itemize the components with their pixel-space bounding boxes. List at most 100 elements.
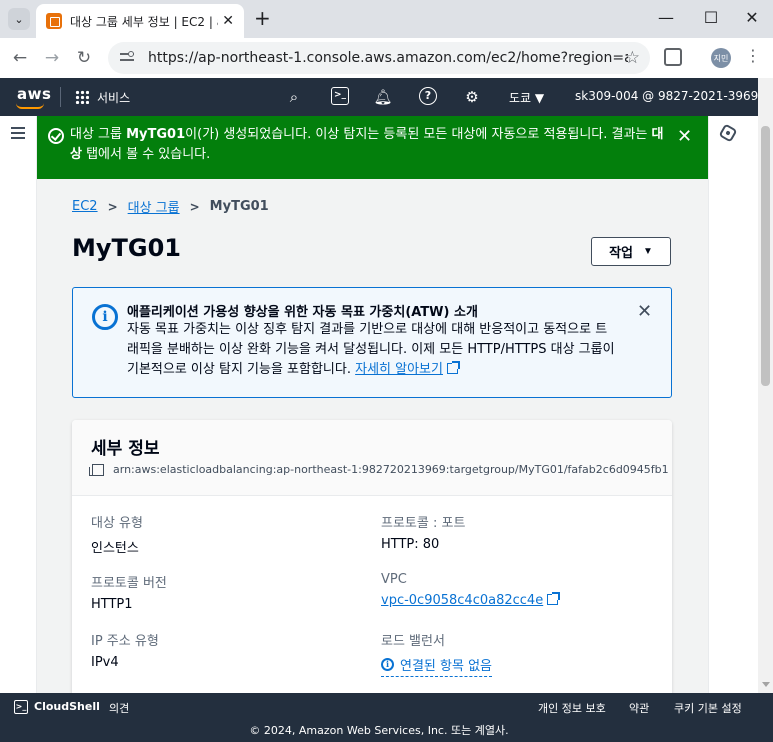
field-load-balancer: 로드 밸런서 i 연결된 항목 없음 — [381, 630, 492, 677]
window-close-icon[interactable]: ✕ — [740, 8, 764, 27]
notifications-bell-icon[interactable]: 🔔︎ — [373, 87, 393, 107]
field-ip-type: IP 주소 유형 IPv4 — [91, 630, 159, 670]
cloudshell-link[interactable]: CloudShell — [34, 700, 100, 713]
aws-logo[interactable]: aws — [17, 85, 51, 103]
flash-close-icon[interactable]: ✕ — [677, 126, 692, 147]
load-balancer-popover[interactable]: i 연결된 항목 없음 — [381, 655, 492, 677]
page-scrollbar[interactable] — [758, 78, 773, 693]
cookie-preferences-link[interactable]: 쿠키 기본 설정 — [674, 700, 742, 716]
copy-icon[interactable] — [89, 464, 104, 476]
external-link-icon — [446, 361, 460, 374]
field-vpc: VPC vpc-0c9058c4c0a82cc4e — [381, 572, 561, 608]
details-container: 세부 정보 arn:aws:elasticloadbalancing:ap-no… — [72, 420, 672, 693]
cloudshell-icon[interactable]: >_ — [14, 700, 28, 714]
caret-down-icon: ▼ — [643, 246, 653, 257]
terms-link[interactable]: 약관 — [629, 700, 649, 716]
console-content: 대상 그룹 MyTG01이(가) 생성되었습니다. 이상 탐지는 등록된 모든 … — [0, 116, 758, 693]
scroll-down-arrow-icon[interactable] — [762, 682, 770, 687]
right-tools-rail — [708, 116, 758, 693]
success-check-icon — [48, 128, 64, 144]
account-menu[interactable]: sk309-004 @ 9827-2021-3969 ▼ — [575, 89, 771, 103]
flash-text-1: 대상 그룹 — [70, 127, 127, 142]
extensions-puzzle-icon[interactable] — [664, 48, 682, 66]
scrollbar-thumb[interactable] — [761, 126, 770, 386]
flash-text-3: 탭에서 볼 수 있습니다. — [81, 147, 211, 162]
field-value: i 연결된 항목 없음 — [381, 655, 492, 677]
left-navigation-rail — [0, 116, 37, 693]
field-label: IP 주소 유형 — [91, 634, 159, 649]
field-label: 프로토콜 : 포트 — [381, 516, 466, 531]
cloudshell-icon[interactable]: >_ — [331, 87, 349, 105]
external-link-icon — [547, 592, 561, 605]
flash-target-group: MyTG01 — [126, 127, 186, 142]
browser-toolbar: ← → ↻ https://ap-northeast-1.console.aws… — [0, 38, 773, 78]
breadcrumb-chevron-icon: > — [189, 199, 200, 214]
field-target-type: 대상 유형 인스턴스 — [91, 512, 143, 556]
back-arrow-icon[interactable]: ← — [9, 48, 31, 68]
field-value: HTTP1 — [91, 597, 133, 612]
field-label: VPC — [381, 572, 407, 587]
feedback-link[interactable]: 의견 — [109, 700, 129, 716]
actions-label: 작업 — [609, 245, 633, 260]
aws-favicon-icon — [46, 13, 62, 29]
field-label: 대상 유형 — [91, 516, 143, 531]
reload-icon[interactable]: ↻ — [73, 48, 95, 68]
browser-tab-active[interactable]: 대상 그룹 세부 정보 | EC2 | ap-northeast-1 ✕ — [36, 4, 244, 38]
flash-text-2: 이(가) 생성되었습니다. 이상 탐지는 등록된 모든 대상에 자동으로 적용됩… — [185, 127, 652, 142]
info-icon: i — [381, 658, 394, 671]
field-label: 프로토콜 버전 — [91, 576, 167, 591]
aws-logo-smile-icon — [16, 103, 44, 109]
bookmark-star-icon[interactable]: ☆ — [625, 48, 640, 68]
field-value: IPv4 — [91, 655, 119, 670]
search-icon[interactable]: ⌕ — [284, 87, 304, 107]
breadcrumb-chevron-icon: > — [107, 199, 118, 214]
tab-close-icon[interactable]: ✕ — [222, 13, 234, 29]
field-protocol-port: 프로토콜 : 포트 HTTP: 80 — [381, 512, 465, 552]
help-question-icon[interactable]: ? — [419, 87, 437, 105]
field-value: 인스턴스 — [91, 541, 139, 556]
new-tab-plus-icon[interactable]: + — [254, 8, 271, 28]
target-group-arn: arn:aws:elasticloadbalancing:ap-northeas… — [113, 463, 669, 476]
region-selector[interactable]: 도쿄 ▼ — [509, 89, 544, 106]
region-label: 도쿄 — [509, 91, 532, 105]
breadcrumb: EC2 > 대상 그룹 > MyTG01 — [72, 197, 269, 216]
info-icon: i — [92, 304, 118, 330]
details-title: 세부 정보 — [91, 439, 160, 459]
site-info-icon[interactable] — [120, 51, 136, 65]
profile-avatar[interactable]: 지민 — [711, 48, 731, 68]
menu-hamburger-icon[interactable] — [11, 127, 25, 139]
nav-divider — [60, 87, 61, 107]
browser-menu-icon[interactable]: ⋮ — [745, 46, 761, 65]
field-label: 로드 밸런서 — [381, 634, 445, 649]
settings-gear-icon[interactable]: ⚙ — [462, 87, 482, 107]
address-bar[interactable]: https://ap-northeast-1.console.aws.amazo… — [108, 42, 650, 74]
breadcrumb-current: MyTG01 — [209, 199, 269, 214]
browser-tabstrip: ⌄ 대상 그룹 세부 정보 | EC2 | ap-northeast-1 ✕ +… — [0, 0, 773, 38]
tab-title: 대상 그룹 세부 정보 | EC2 | ap-northeast-1 — [70, 14, 218, 29]
services-grid-icon[interactable] — [75, 90, 89, 104]
copyright-text: © 2024, Amazon Web Services, Inc. 또는 계열사… — [249, 724, 509, 737]
url-text[interactable]: https://ap-northeast-1.console.aws.amazo… — [148, 50, 628, 66]
field-value: vpc-0c9058c4c0a82cc4e — [381, 592, 561, 608]
vpc-link[interactable]: vpc-0c9058c4c0a82cc4e — [381, 593, 543, 608]
load-balancer-value: 연결된 항목 없음 — [400, 659, 492, 674]
alert-close-icon[interactable]: ✕ — [637, 301, 652, 322]
help-panel-icon[interactable] — [718, 123, 738, 143]
minimize-icon[interactable]: — — [654, 8, 678, 27]
account-label: sk309-004 @ 9827-2021-3969 — [575, 89, 759, 103]
breadcrumb-ec2[interactable]: EC2 — [72, 199, 98, 214]
flash-message: 대상 그룹 MyTG01이(가) 생성되었습니다. 이상 탐지는 등록된 모든 … — [70, 125, 667, 165]
page-title: MyTG01 — [72, 234, 181, 262]
learn-more-link[interactable]: 자세히 알아보기 — [355, 362, 443, 377]
atw-info-alert: i 애플리케이션 가용성 향상을 위한 자동 목표 가중치(ATW) 소개 자동… — [72, 287, 672, 398]
tab-search-icon[interactable]: ⌄ — [8, 8, 30, 30]
privacy-link[interactable]: 개인 정보 보호 — [538, 700, 606, 716]
actions-dropdown-button[interactable]: 작업 ▼ — [591, 237, 671, 266]
breadcrumb-target-groups[interactable]: 대상 그룹 — [128, 197, 180, 216]
forward-arrow-icon[interactable]: → — [41, 48, 63, 68]
services-menu[interactable]: 서비스 — [97, 89, 130, 106]
alert-body: 자동 목표 가중치는 이상 징후 탐지 결과를 기반으로 대상에 대해 반응적이… — [127, 320, 619, 380]
aws-top-navigation: aws 서비스 ⌕ >_ 🔔︎ ? ⚙ 도쿄 ▼ sk309-004 @ 982… — [0, 78, 773, 116]
field-value: HTTP: 80 — [381, 537, 440, 552]
maximize-icon[interactable]: ☐ — [699, 8, 723, 27]
